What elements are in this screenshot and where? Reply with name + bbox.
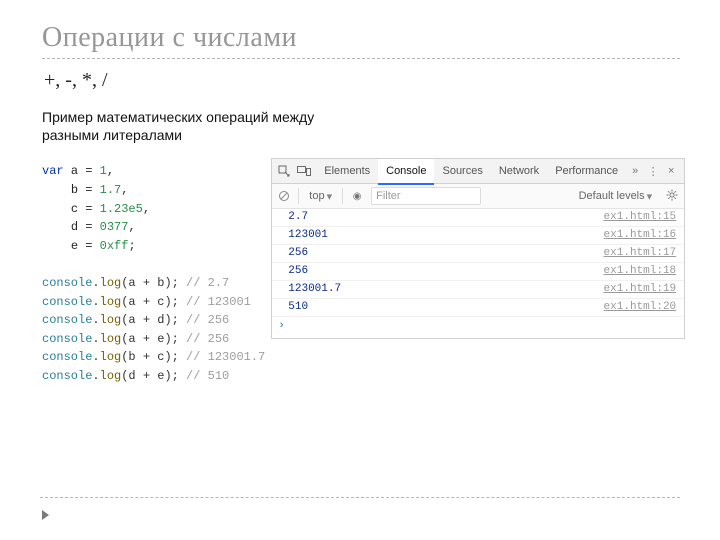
console-source-link[interactable]: ex1.html:15 xyxy=(604,210,677,225)
kebab-menu-icon[interactable]: ⋮ xyxy=(644,165,662,178)
console-source-link[interactable]: ex1.html:17 xyxy=(604,246,677,261)
log-levels-selector[interactable]: Default levels xyxy=(579,190,653,203)
console-value: 510 xyxy=(288,300,308,315)
footer-marker-icon xyxy=(42,510,49,520)
console-value: 123001 xyxy=(288,228,328,243)
live-expression-icon[interactable]: ◉ xyxy=(349,188,365,204)
device-icon[interactable] xyxy=(296,163,312,179)
footer-rule xyxy=(40,497,680,498)
console-prompt[interactable]: › xyxy=(272,317,684,338)
slide: Операции с числами +, -, *, / Пример мат… xyxy=(0,0,720,540)
inspect-icon[interactable] xyxy=(276,163,292,179)
console-output: 2.7 ex1.html:15 123001 ex1.html:16 256 e… xyxy=(272,209,684,338)
keyword-var: var xyxy=(42,164,64,178)
clear-console-icon[interactable] xyxy=(276,188,292,204)
devtools-panel: Elements Console Sources Network Perform… xyxy=(271,158,685,339)
page-title: Операции с числами xyxy=(42,22,680,54)
content-row: var a = 1, b = 1.7, c = 1.23e5, d = 0377… xyxy=(42,158,680,385)
subtitle: Пример математических операций между раз… xyxy=(42,108,372,144)
console-line: 123001 ex1.html:16 xyxy=(272,227,684,245)
console-value: 123001.7 xyxy=(288,282,341,297)
tab-network[interactable]: Network xyxy=(491,159,547,183)
operators-line: +, -, *, / xyxy=(44,69,680,92)
console-line: 256 ex1.html:17 xyxy=(272,245,684,263)
devtools-tabbar: Elements Console Sources Network Perform… xyxy=(272,159,684,184)
console-value: 256 xyxy=(288,246,308,261)
console-line: 256 ex1.html:18 xyxy=(272,263,684,281)
console-source-link[interactable]: ex1.html:18 xyxy=(604,264,677,279)
console-value: 2.7 xyxy=(288,210,308,225)
console-source-link[interactable]: ex1.html:20 xyxy=(604,300,677,315)
console-source-link[interactable]: ex1.html:19 xyxy=(604,282,677,297)
filter-input[interactable]: Filter xyxy=(371,187,481,205)
title-rule xyxy=(42,58,680,59)
gear-icon[interactable] xyxy=(664,189,680,204)
console-line: 123001.7 ex1.html:19 xyxy=(272,281,684,299)
context-selector[interactable]: top xyxy=(305,190,336,203)
console-source-link[interactable]: ex1.html:16 xyxy=(604,228,677,243)
tab-elements[interactable]: Elements xyxy=(316,159,378,183)
more-tabs-icon[interactable]: » xyxy=(626,165,644,177)
console-toolbar: top ◉ Filter Default levels xyxy=(272,184,684,209)
console-line: 510 ex1.html:20 xyxy=(272,299,684,317)
close-icon[interactable]: × xyxy=(662,165,680,177)
console-line: 2.7 ex1.html:15 xyxy=(272,209,684,227)
tab-console[interactable]: Console xyxy=(378,159,434,185)
tab-performance[interactable]: Performance xyxy=(547,159,626,183)
tab-sources[interactable]: Sources xyxy=(434,159,490,183)
console-value: 256 xyxy=(288,264,308,279)
code-block: var a = 1, b = 1.7, c = 1.23e5, d = 0377… xyxy=(42,158,265,385)
